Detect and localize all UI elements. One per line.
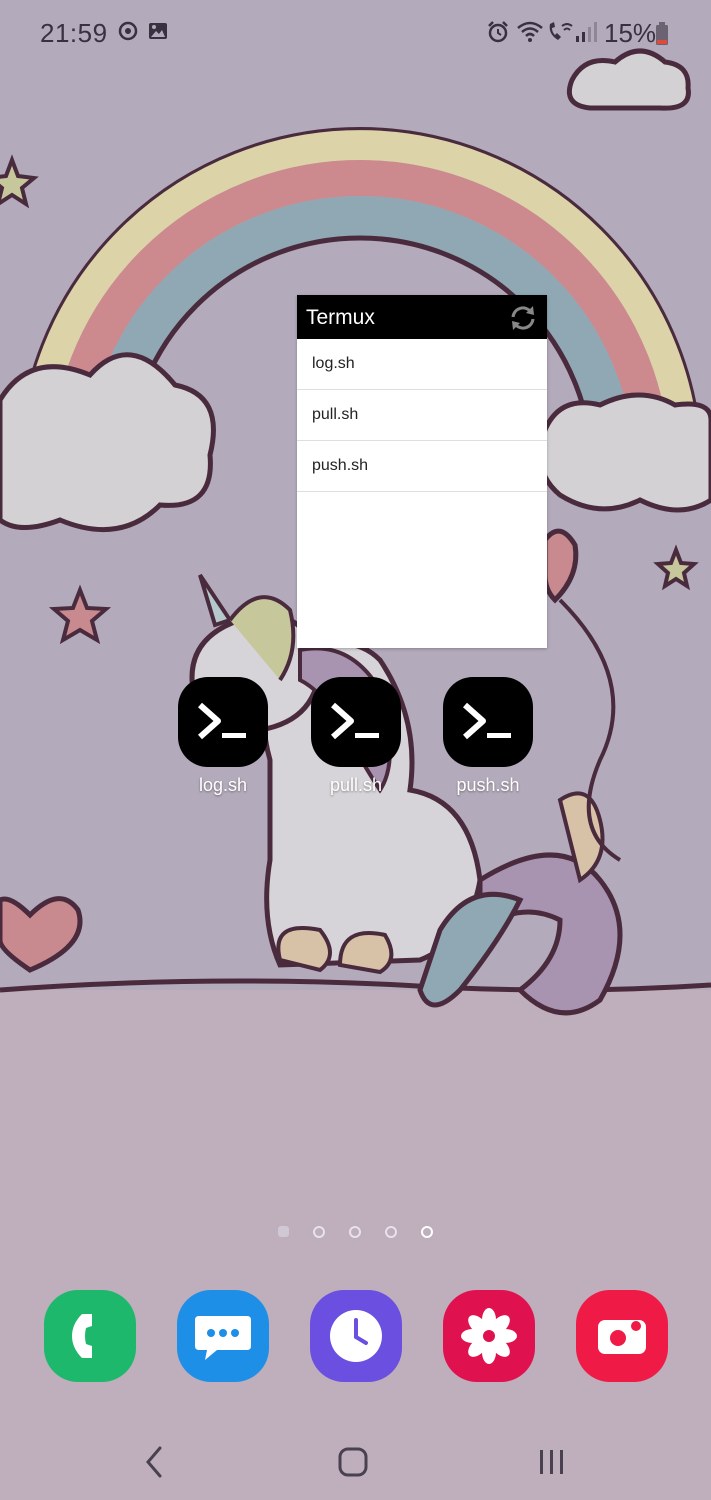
shortcut-label: log.sh: [198, 775, 248, 795]
shortcut-push[interactable]: push.sh: [433, 677, 543, 796]
phone-icon: [72, 1314, 92, 1358]
gallery-app[interactable]: [443, 1290, 535, 1382]
page-dot-active[interactable]: [421, 1226, 433, 1238]
shortcut-label: pull.sh: [329, 775, 383, 795]
recents-icon[interactable]: [532, 1442, 572, 1482]
refresh-icon[interactable]: [509, 304, 537, 332]
clock-icon: [330, 1310, 382, 1362]
wifi-calling-icon: [549, 22, 573, 40]
signal-icon: [576, 22, 597, 42]
sync-icon: [118, 21, 138, 41]
page-dot[interactable]: [349, 1226, 361, 1238]
navigation-bar: [0, 1420, 711, 1500]
shortcut-label: push.sh: [456, 775, 520, 795]
widget-item-push[interactable]: push.sh: [297, 441, 547, 492]
phone-app[interactable]: [44, 1290, 136, 1382]
battery-percent: 15%: [604, 18, 657, 48]
camera-app[interactable]: [576, 1290, 668, 1382]
camera-icon: [598, 1320, 646, 1354]
page-indicator: [0, 1224, 711, 1244]
terminal-icon: [311, 677, 401, 767]
alarm-icon: [488, 21, 508, 43]
battery-icon: [656, 22, 668, 45]
page-dot[interactable]: [385, 1226, 397, 1238]
wifi-icon: [517, 21, 543, 42]
status-bar: 21:59 15%: [0, 0, 711, 70]
widget-item-pull[interactable]: pull.sh: [297, 390, 547, 441]
home-icon[interactable]: [333, 1442, 373, 1482]
widget-item-log[interactable]: log.sh: [297, 339, 547, 390]
messages-app[interactable]: [177, 1290, 269, 1382]
terminal-icon: [178, 677, 268, 767]
status-time: 21:59: [40, 18, 108, 48]
clock-app[interactable]: [310, 1290, 402, 1382]
terminal-icon: [443, 677, 533, 767]
page-dot[interactable]: [313, 1226, 325, 1238]
gallery-icon: [149, 23, 167, 39]
widget-title: Termux: [306, 306, 375, 329]
termux-widget: Termux log.sh pull.sh push.sh: [297, 295, 547, 648]
back-icon[interactable]: [134, 1442, 174, 1482]
page-dot-home[interactable]: [278, 1226, 289, 1237]
message-icon: [195, 1316, 251, 1360]
shortcut-pull[interactable]: pull.sh: [301, 677, 411, 796]
widget-header: Termux: [297, 295, 547, 339]
flower-icon: [461, 1308, 517, 1364]
shortcut-log[interactable]: log.sh: [168, 677, 278, 796]
